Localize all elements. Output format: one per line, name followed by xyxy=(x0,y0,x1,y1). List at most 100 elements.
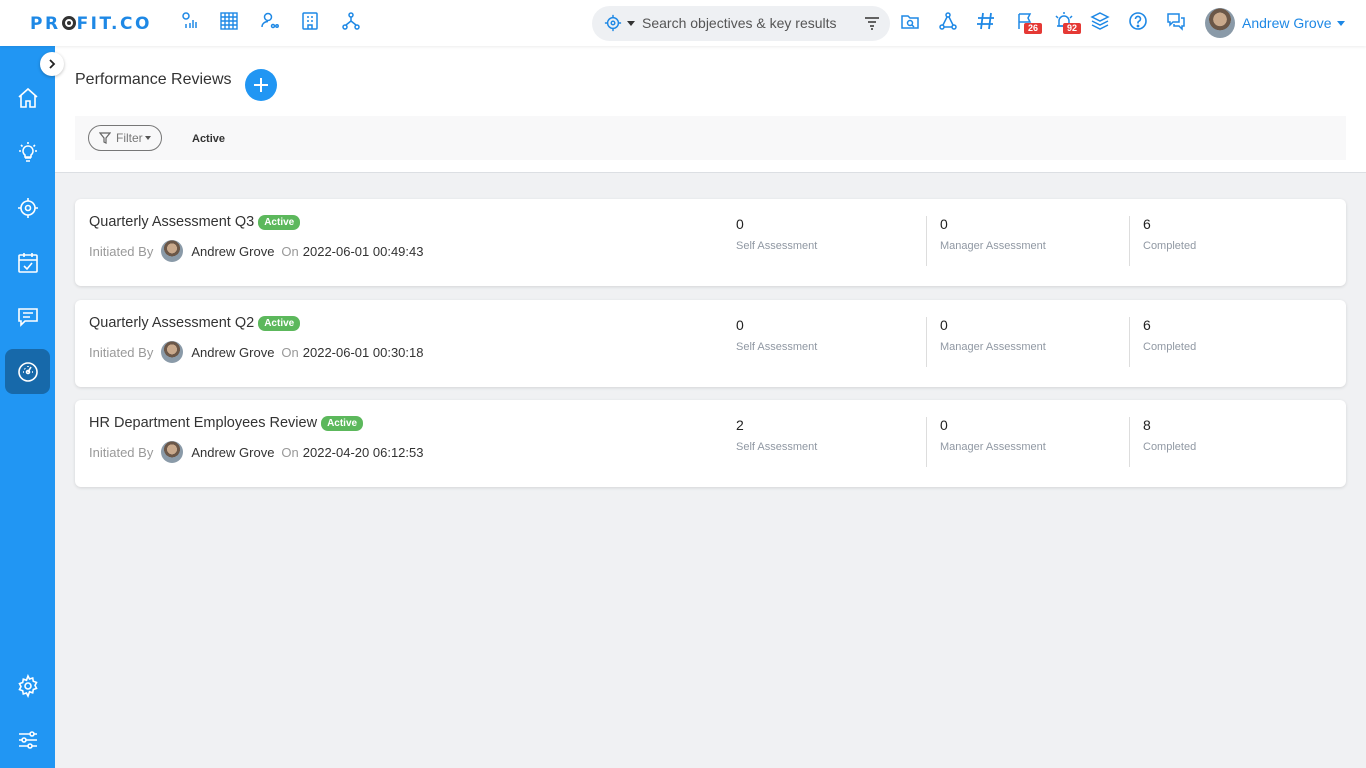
grid-icon[interactable] xyxy=(218,10,240,32)
user-menu[interactable]: Andrew Grove xyxy=(1205,8,1346,38)
chart-icon[interactable] xyxy=(179,10,201,32)
self-assessment-label: Self Assessment xyxy=(736,341,818,353)
home-icon xyxy=(17,87,38,108)
sidebar-toggle-button[interactable] xyxy=(40,52,64,76)
completed-stat[interactable]: 6 Completed xyxy=(1129,216,1329,266)
completed-count: 8 xyxy=(1143,417,1151,433)
self-assessment-label: Self Assessment xyxy=(736,441,818,453)
folder-search-icon[interactable] xyxy=(899,10,921,32)
hierarchy-icon[interactable] xyxy=(340,10,362,32)
filter-label: Filter xyxy=(116,131,143,145)
on-label: On xyxy=(281,243,299,259)
logo-target-icon xyxy=(61,16,76,30)
on-label: On xyxy=(281,444,299,460)
filter-button[interactable]: Filter xyxy=(88,125,162,151)
sidebar-item-preferences[interactable] xyxy=(5,717,50,762)
manager-assessment-label: Manager Assessment xyxy=(940,240,1046,252)
review-title[interactable]: HR Department Employees Review xyxy=(89,415,317,431)
status-badge: Active xyxy=(258,315,301,331)
sidebar-item-home[interactable] xyxy=(5,75,50,120)
chevron-down-icon[interactable] xyxy=(627,21,635,26)
add-review-button[interactable] xyxy=(245,69,277,101)
avatar xyxy=(161,341,184,363)
initiated-datetime: 2022-06-01 00:30:18 xyxy=(302,344,424,360)
manager-assessment-label: Manager Assessment xyxy=(940,341,1046,353)
avatar xyxy=(161,441,184,463)
sliders-icon xyxy=(18,730,37,749)
user-name: Andrew Grove xyxy=(1242,15,1332,31)
avatar xyxy=(161,240,184,262)
settings-icon xyxy=(17,673,38,698)
sidebar-item-objectives[interactable] xyxy=(5,185,50,230)
self-assessment-count: 2 xyxy=(736,417,744,433)
search-input[interactable] xyxy=(642,13,842,33)
self-assessment-stat[interactable]: 0 Self Assessment xyxy=(736,317,936,367)
sidebar-item-settings[interactable] xyxy=(5,663,50,708)
logo-text-end: FIT.CO xyxy=(76,14,152,34)
search-bar[interactable] xyxy=(592,6,890,41)
page-header: Performance Reviews Filter Active xyxy=(55,46,1366,173)
logo-text-start: PR xyxy=(30,14,61,34)
chevron-right-icon xyxy=(49,59,56,69)
self-assessment-stat[interactable]: 0 Self Assessment xyxy=(736,216,936,266)
filter-icon[interactable] xyxy=(864,15,880,36)
initiator-name: Andrew Grove xyxy=(191,444,275,460)
alarm-icon[interactable]: 92 xyxy=(1053,10,1082,34)
flag-icon[interactable]: 26 xyxy=(1014,10,1043,34)
sidebar-item-feedback[interactable] xyxy=(5,294,50,339)
self-assessment-label: Self Assessment xyxy=(736,240,818,252)
manager-assessment-stat[interactable]: 0 Manager Assessment xyxy=(926,417,1126,467)
chevron-down-icon xyxy=(144,136,151,140)
hashtag-icon[interactable] xyxy=(975,10,997,32)
calendar-check-icon xyxy=(17,252,38,273)
status-badge: Active xyxy=(258,214,301,230)
layers-icon[interactable] xyxy=(1089,10,1111,32)
building-icon[interactable] xyxy=(299,10,321,32)
network-icon[interactable] xyxy=(937,10,959,32)
manager-assessment-count: 0 xyxy=(940,216,948,232)
initiated-by-label: Initiated By xyxy=(89,243,154,259)
initiated-datetime: 2022-06-01 00:49:43 xyxy=(302,243,424,259)
completed-stat[interactable]: 6 Completed xyxy=(1129,317,1329,367)
flag-count-badge: 26 xyxy=(1024,23,1043,34)
chevron-down-icon xyxy=(1337,20,1346,26)
manager-assessment-count: 0 xyxy=(940,317,948,333)
self-assessment-count: 0 xyxy=(736,317,744,333)
top-bar: PR FIT.CO 26 92 xyxy=(0,0,1366,46)
target-filter-icon[interactable] xyxy=(604,14,622,37)
review-card[interactable]: HR Department Employees Review Active In… xyxy=(75,400,1346,487)
initiated-by-label: Initiated By xyxy=(89,344,154,360)
sidebar-item-ideas[interactable] xyxy=(5,130,50,175)
manager-assessment-stat[interactable]: 0 Manager Assessment xyxy=(926,317,1126,367)
completed-stat[interactable]: 8 Completed xyxy=(1129,417,1329,467)
manager-assessment-stat[interactable]: 0 Manager Assessment xyxy=(926,216,1126,266)
active-filter-value[interactable]: Active xyxy=(192,133,225,145)
initiator-name: Andrew Grove xyxy=(191,243,275,259)
self-assessment-count: 0 xyxy=(736,216,744,232)
review-card[interactable]: Quarterly Assessment Q2 Active Initiated… xyxy=(75,300,1346,387)
status-badge: Active xyxy=(321,415,364,431)
funnel-icon xyxy=(99,132,111,144)
manager-assessment-count: 0 xyxy=(940,417,948,433)
initiated-datetime: 2022-04-20 06:12:53 xyxy=(302,444,424,460)
completed-count: 6 xyxy=(1143,216,1151,232)
filter-bar: Filter Active xyxy=(75,116,1346,160)
sidebar xyxy=(0,46,55,768)
alarm-count-badge: 92 xyxy=(1063,23,1082,34)
review-title[interactable]: Quarterly Assessment Q2 xyxy=(89,315,254,331)
manager-assessment-label: Manager Assessment xyxy=(940,441,1046,453)
sidebar-item-performance[interactable] xyxy=(5,349,50,394)
review-card[interactable]: Quarterly Assessment Q3 Active Initiated… xyxy=(75,199,1346,286)
completed-count: 6 xyxy=(1143,317,1151,333)
help-icon[interactable] xyxy=(1127,10,1149,32)
review-title[interactable]: Quarterly Assessment Q3 xyxy=(89,214,254,230)
logo[interactable]: PR FIT.CO xyxy=(30,14,152,34)
sidebar-item-tasks[interactable] xyxy=(5,240,50,285)
plus-icon xyxy=(254,78,268,92)
completed-label: Completed xyxy=(1143,341,1197,353)
people-icon[interactable] xyxy=(258,10,280,32)
chat-icon[interactable] xyxy=(1165,10,1187,32)
page-title: Performance Reviews xyxy=(75,71,232,88)
on-label: On xyxy=(281,344,299,360)
self-assessment-stat[interactable]: 2 Self Assessment xyxy=(736,417,936,467)
